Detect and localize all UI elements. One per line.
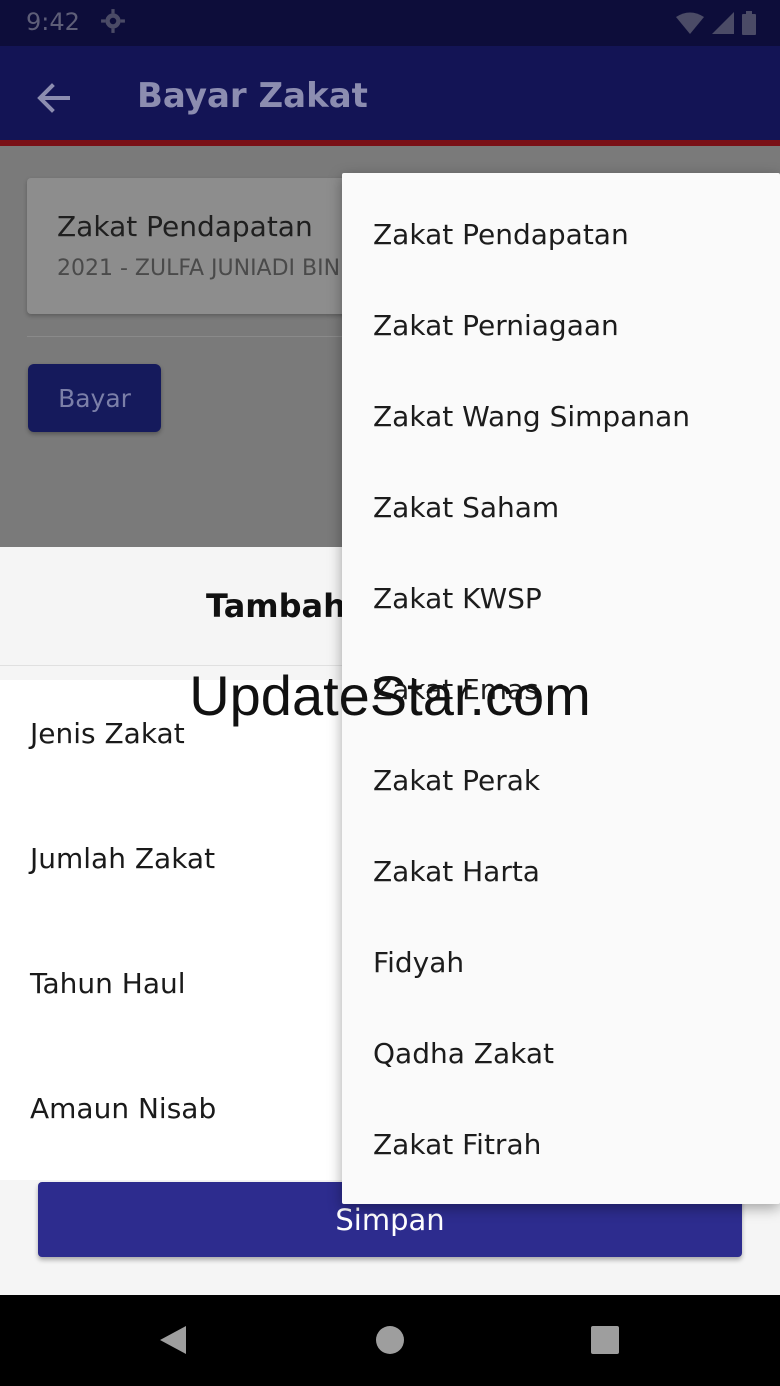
dropdown-option[interactable]: Zakat Perniagaan (342, 280, 780, 371)
dropdown-option[interactable]: Zakat Harta (342, 826, 780, 917)
wifi-icon (676, 12, 704, 34)
dropdown-option[interactable]: Fidyah (342, 917, 780, 1008)
field-label-jenis-zakat: Jenis Zakat (30, 717, 185, 750)
field-label-jumlah-zakat: Jumlah Zakat (30, 842, 216, 875)
dropdown-option[interactable]: Zakat Wang Simpanan (342, 371, 780, 462)
status-time: 9:42 (26, 8, 80, 36)
battery-icon (742, 11, 756, 35)
navigation-bar (0, 1295, 780, 1386)
pay-button[interactable]: Bayar (28, 364, 161, 432)
status-bar: 9:42 (0, 0, 780, 46)
card-title: Zakat Pendapatan (57, 210, 313, 243)
signal-icon (712, 12, 734, 34)
sheet-title: Tambah (206, 587, 346, 625)
dropdown-option[interactable]: Zakat Pendapatan (342, 189, 780, 280)
dropdown-option[interactable]: Zakat KWSP (342, 553, 780, 644)
arrow-back-icon[interactable] (34, 78, 74, 118)
card-subtitle: 2021 - ZULFA JUNIADI BIN (57, 256, 341, 281)
field-label-tahun-haul: Tahun Haul (30, 967, 186, 1000)
app-bar: Bayar Zakat (0, 46, 780, 146)
field-label-amaun-nisab: Amaun Nisab (30, 1092, 217, 1125)
system-icons (676, 10, 756, 36)
dropdown-option[interactable]: Zakat Fitrah (342, 1099, 780, 1190)
page-title: Bayar Zakat (137, 76, 368, 116)
home-circle-icon[interactable] (373, 1323, 407, 1357)
zakat-type-dropdown: Zakat Pendapatan Zakat Perniagaan Zakat … (342, 173, 780, 1204)
back-triangle-icon[interactable] (156, 1323, 190, 1357)
dropdown-option[interactable]: Qadha Zakat (342, 1008, 780, 1099)
settings-icon (101, 9, 125, 33)
dropdown-option[interactable]: Zakat Emas (342, 644, 780, 735)
divider (27, 336, 357, 337)
dropdown-option[interactable]: Zakat Saham (342, 462, 780, 553)
dropdown-option[interactable]: Zakat Perak (342, 735, 780, 826)
recents-square-icon[interactable] (588, 1323, 622, 1357)
